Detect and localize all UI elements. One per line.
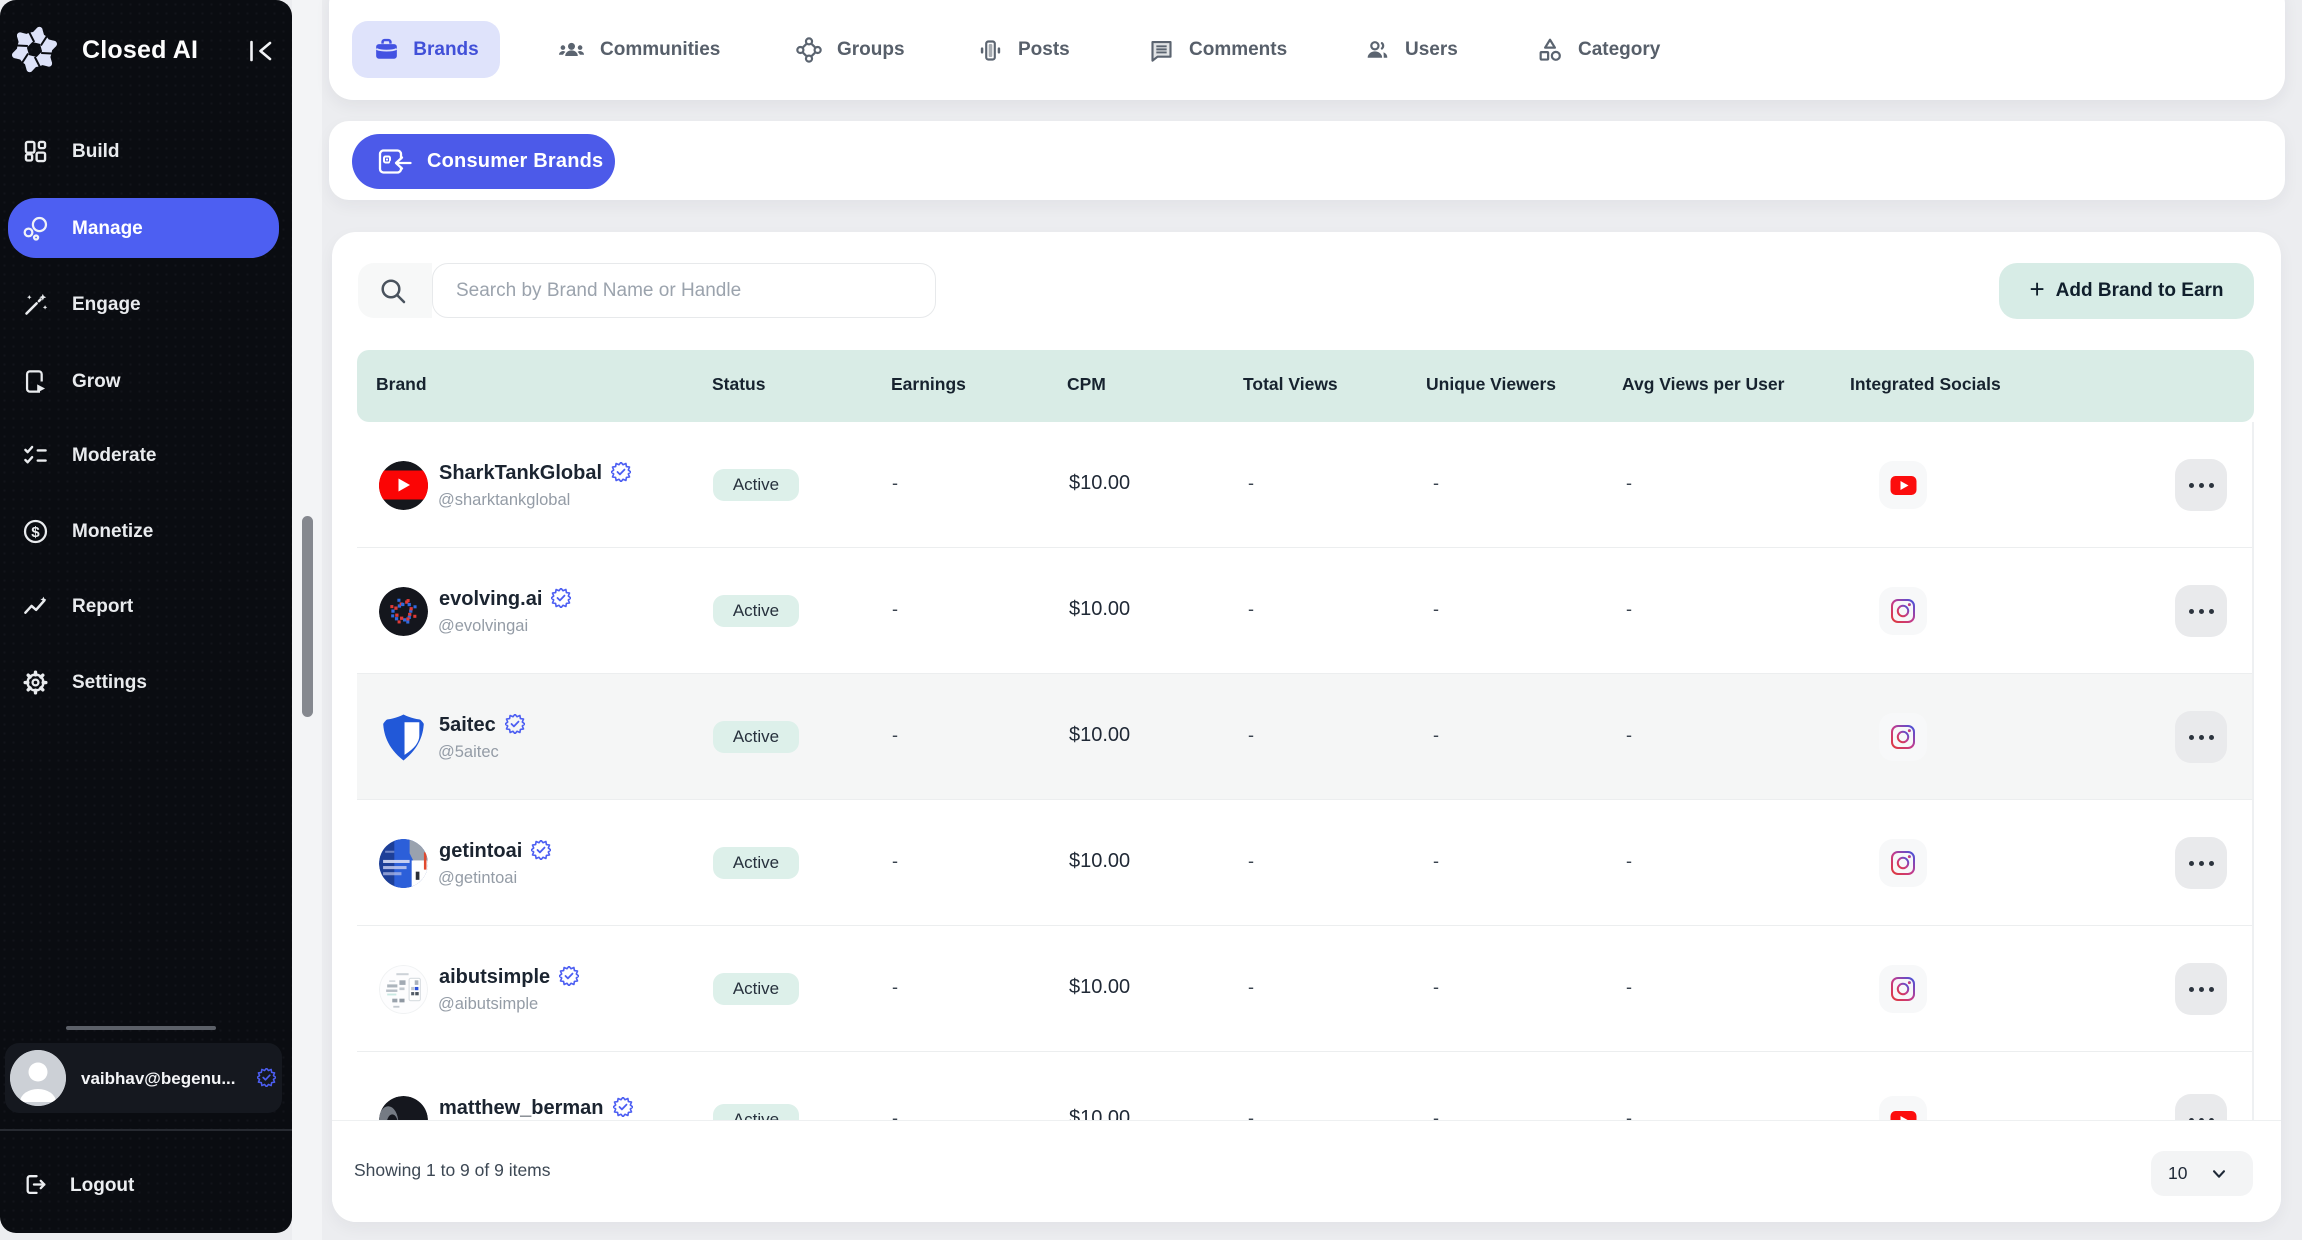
svg-text:$: $	[31, 524, 40, 541]
